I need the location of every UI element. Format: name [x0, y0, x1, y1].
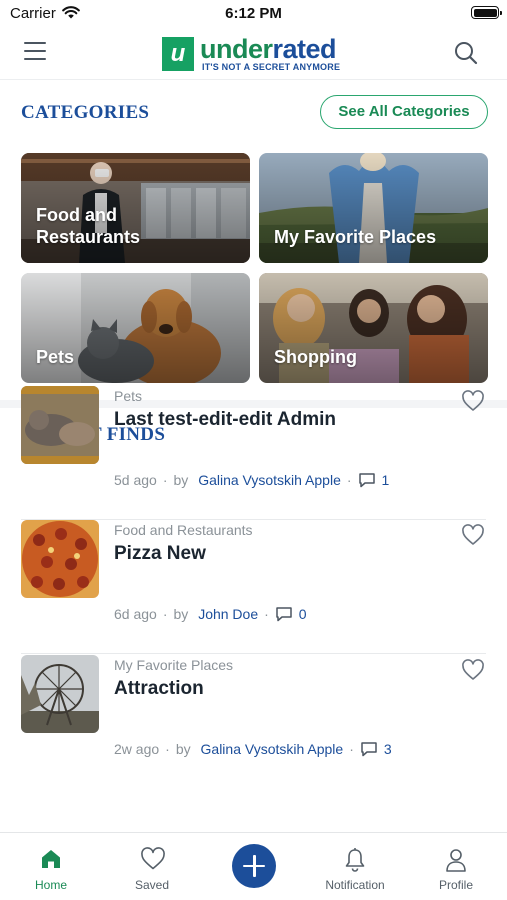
find-category: Pets [114, 388, 143, 404]
find-author-link[interactable]: John Doe [198, 606, 258, 622]
clock: 6:12 PM [225, 5, 282, 22]
categories-heading: CATEGORIES [21, 102, 150, 123]
heart-icon [141, 847, 165, 870]
menu-icon[interactable] [24, 42, 48, 62]
logo-mark: u [162, 37, 194, 71]
category-tile-food-and-restaurants[interactable]: Food and Restaurants [21, 153, 250, 263]
find-thumbnail-ferris-wheel [21, 655, 99, 733]
find-meta: 5d ago · by Galina Vysotskih Apple · 1 [114, 472, 390, 488]
find-age: 5d ago [114, 472, 157, 488]
recent-find-item[interactable]: My Favorite Places Attraction 2w ago · by … [0, 655, 507, 789]
category-tile-shopping[interactable]: Shopping [259, 273, 488, 383]
heart-icon[interactable] [461, 659, 485, 681]
comment-icon [361, 742, 377, 757]
recent-find-item[interactable]: Food and Restaurants Pizza New 6d ago · by… [0, 520, 507, 654]
logo-word-rated: rated [272, 34, 337, 64]
tab-label: Profile [438, 878, 473, 892]
app-header: u underrated IT'S NOT A SECRET ANYMORE [0, 28, 507, 80]
logo-wordmark: underrated [200, 34, 337, 65]
logo-word-under: under [200, 34, 273, 64]
tab-label: Home [34, 878, 67, 892]
logo-tagline: IT'S NOT A SECRET ANYMORE [202, 62, 341, 72]
home-icon [42, 850, 60, 868]
tab-notification[interactable]: Notification [305, 833, 405, 900]
find-age: 6d ago [114, 606, 157, 622]
find-author-link[interactable]: Galina Vysotskih Apple [201, 741, 344, 757]
heart-icon[interactable] [461, 524, 485, 546]
underrated-logo: u underrated IT'S NOT A SECRET ANYMORE [162, 34, 346, 73]
find-title: Attraction [114, 678, 204, 699]
find-category: Food and Restaurants [114, 522, 253, 538]
find-title: Last test-edit-edit Admin [114, 409, 337, 430]
category-tile-my-favorite-places[interactable]: My Favorite Places [259, 153, 488, 263]
bottom-tab-bar: Home Saved Notification Profile [0, 832, 507, 900]
tab-home[interactable]: Home [1, 833, 101, 900]
tile-label: Pets [36, 347, 75, 367]
tile-label: Food and Restaurants [36, 205, 141, 247]
by-label: by [173, 472, 189, 488]
search-icon[interactable] [453, 40, 479, 66]
comment-count: 0 [298, 606, 307, 622]
profile-icon [446, 849, 466, 872]
comment-count: 3 [383, 741, 392, 757]
find-age: 2w ago [114, 741, 160, 757]
tab-saved[interactable]: Saved [102, 833, 202, 900]
find-meta: 6d ago · by John Doe · 0 [114, 606, 307, 622]
comment-icon [276, 607, 292, 622]
battery-icon [471, 6, 502, 19]
comment-icon [358, 473, 375, 488]
tab-profile[interactable]: Profile [406, 833, 506, 900]
see-all-categories-button[interactable]: See All Categories [320, 95, 488, 129]
find-thumbnail-pizza [21, 520, 99, 598]
category-tile-pets[interactable]: Pets [21, 273, 250, 383]
tile-label: Shopping [274, 347, 357, 367]
tile-label: My Favorite Places [274, 227, 437, 247]
row-divider [21, 653, 486, 654]
heart-icon[interactable] [461, 390, 485, 412]
find-title: Pizza New [114, 543, 206, 564]
bell-icon [345, 848, 365, 872]
main-content[interactable]: CATEGORIES See All Categories Food and R… [0, 80, 507, 832]
by-label: by [173, 606, 189, 622]
find-meta: 2w ago · by Galina Vysotskih Apple · 3 [114, 741, 392, 757]
by-label: by [175, 741, 191, 757]
tab-label: Saved [134, 878, 170, 892]
comment-count: 1 [381, 472, 390, 488]
recent-find-item[interactable]: Pets Last test-edit-edit Admin 5d ago · by… [0, 386, 507, 520]
add-find-button[interactable] [232, 844, 276, 888]
tab-label: Notification [325, 878, 385, 892]
find-author-link[interactable]: Galina Vysotskih Apple [198, 472, 341, 488]
status-bar: Carrier 6:12 PM [0, 0, 507, 28]
find-category: My Favorite Places [114, 657, 234, 673]
find-thumbnail-cats [21, 386, 99, 464]
